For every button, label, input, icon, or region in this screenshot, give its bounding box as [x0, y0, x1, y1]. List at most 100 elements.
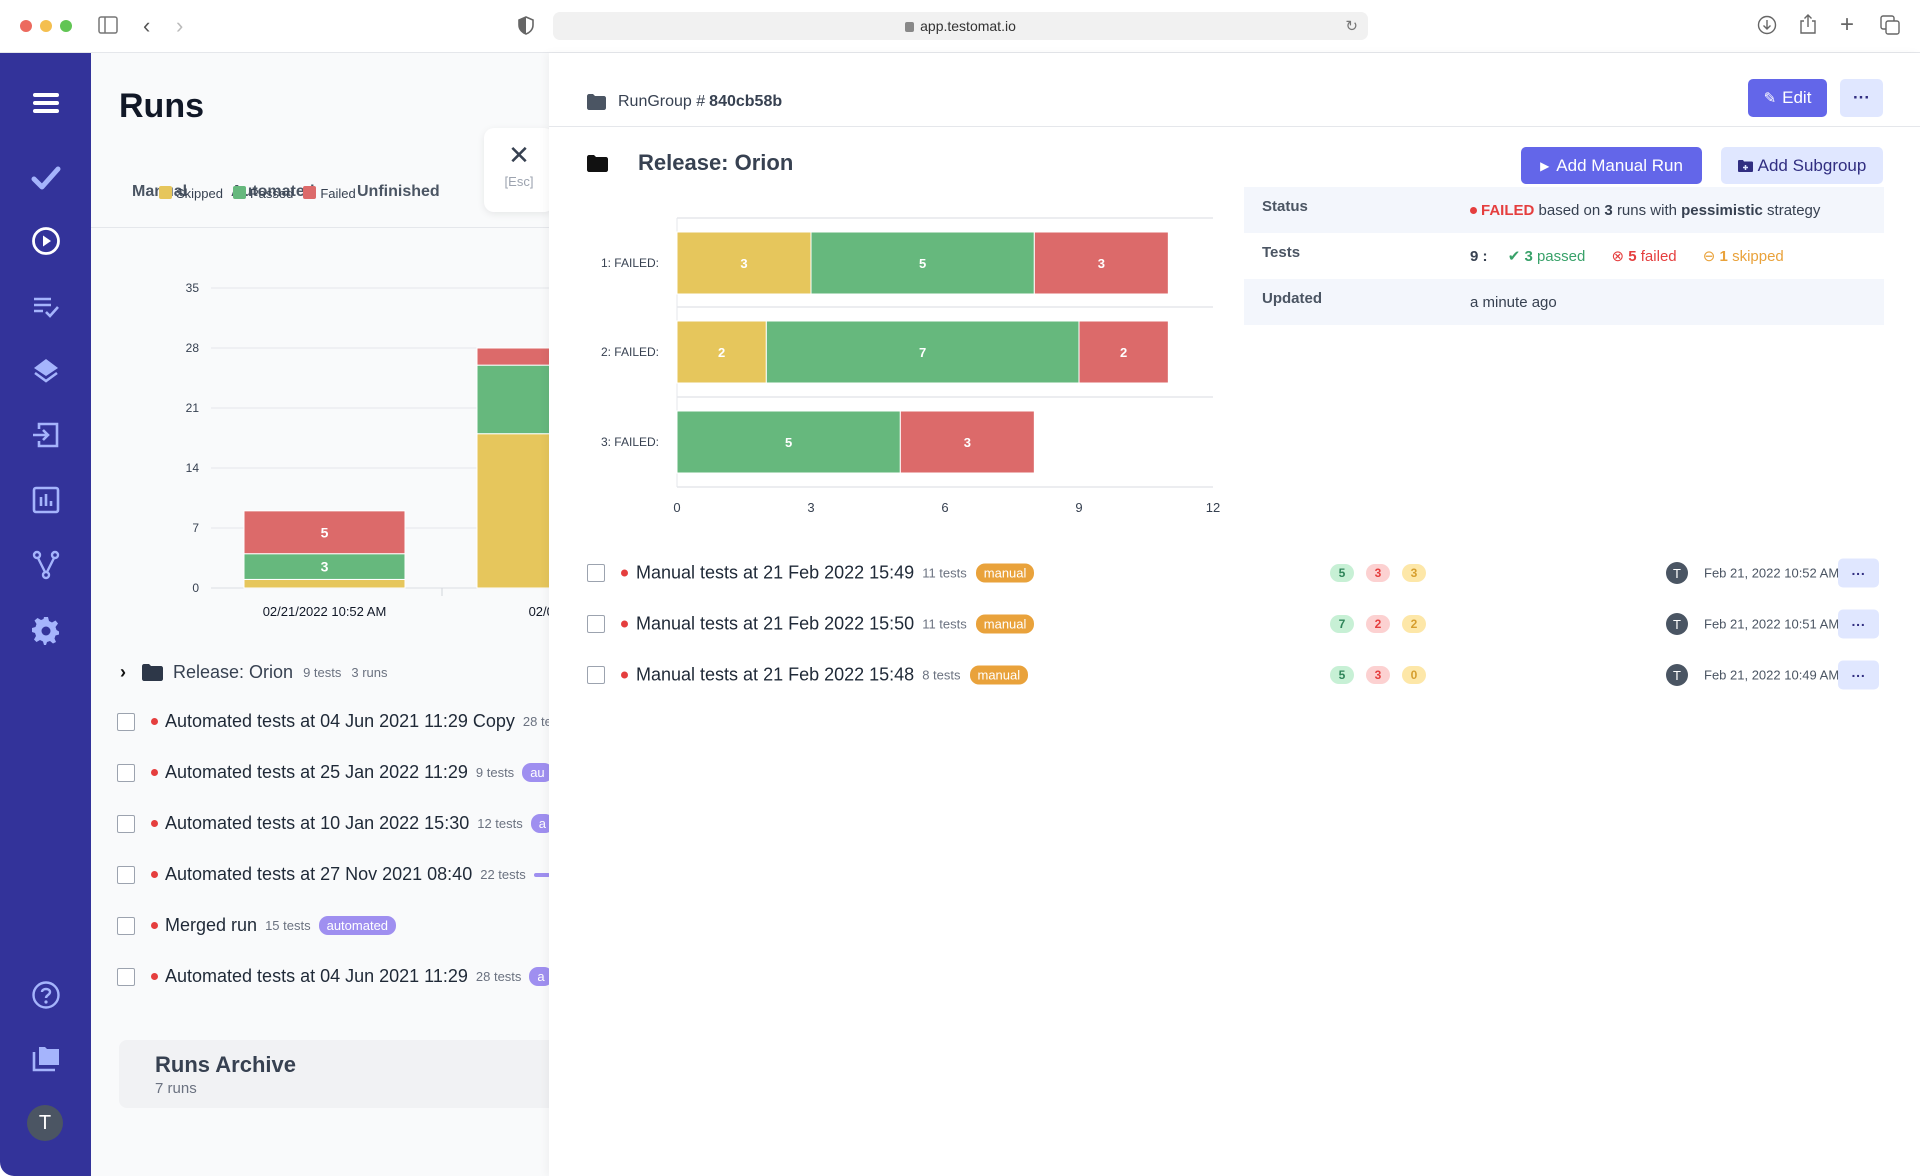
run-list-item[interactable]: Merged run 15 tests automated	[117, 915, 397, 936]
run-info: Manual tests at 21 Feb 2022 15:50 11 test…	[621, 614, 1035, 635]
reload-icon[interactable]: ↻	[1345, 17, 1358, 35]
run-checkbox[interactable]	[587, 615, 605, 633]
run-tests-count: 12 tests	[477, 816, 523, 831]
lock-icon	[905, 22, 915, 32]
runner-avatar: T	[1666, 664, 1688, 686]
run-title[interactable]: Manual tests at 21 Feb 2022 15:50	[636, 614, 914, 635]
run-checkbox[interactable]	[117, 712, 135, 731]
y-category-label: 3: FAILED:	[601, 435, 659, 449]
bar-data-label: 5	[785, 435, 792, 450]
add-subgroup-button[interactable]: Add Subgroup	[1721, 147, 1883, 184]
folder-icon	[587, 94, 606, 110]
run-title[interactable]: Manual tests at 21 Feb 2022 15:49	[636, 563, 914, 584]
bar-data-label: 5	[919, 256, 926, 271]
add-subgroup-label: Add Subgroup	[1757, 155, 1867, 175]
run-checkbox[interactable]	[587, 666, 605, 684]
run-checkbox[interactable]	[117, 865, 135, 884]
manual-run-row[interactable]: Manual tests at 21 Feb 2022 15:49 11 test…	[587, 558, 1887, 588]
run-checkbox[interactable]	[117, 763, 135, 782]
x-tick-label: 9	[1075, 500, 1082, 515]
run-more-button[interactable]: ···	[1838, 660, 1879, 690]
status-badge: FAILED	[1481, 201, 1535, 219]
run-list-item[interactable]: Automated tests at 25 Jan 2022 11:29 9 te…	[117, 762, 549, 783]
info-row-status: Status FAILED based on 3 runs with pessi…	[1244, 187, 1884, 233]
url-text: app.testomat.io	[920, 18, 1016, 34]
add-manual-run-button[interactable]: ▶ Add Manual Run	[1521, 147, 1702, 184]
run-checkbox[interactable]	[117, 814, 135, 833]
tests-passed: ✔ 3 passed	[1508, 248, 1586, 265]
run-checkbox[interactable]	[117, 916, 135, 935]
bar-data-label: 7	[919, 345, 926, 360]
run-title[interactable]: Merged run	[165, 915, 257, 936]
manual-run-row[interactable]: Manual tests at 21 Feb 2022 15:48 8 tests…	[587, 660, 1887, 690]
runs-archive-card[interactable]: Runs Archive 7 runs	[119, 1040, 579, 1108]
skipped-count-pill: 3	[1402, 564, 1426, 582]
run-more-button[interactable]: ···	[1838, 609, 1879, 639]
run-type-tag: au	[522, 763, 549, 782]
more-options-button[interactable]: ···	[1840, 79, 1883, 117]
run-list-item[interactable]: Automated tests at 04 Jun 2021 11:29 Cop…	[117, 711, 549, 732]
tests-failed: ⊗ 5 failed	[1612, 248, 1677, 265]
run-title[interactable]: Automated tests at 04 Jun 2021 11:29 Cop…	[165, 711, 515, 732]
run-list-item[interactable]: Automated tests at 10 Jan 2022 15:30 12 t…	[117, 813, 549, 834]
run-type-tag: a	[529, 967, 549, 986]
updated-value: a minute ago	[1470, 293, 1557, 311]
run-type-tag: manual	[975, 563, 1035, 583]
y-category-label: 2: FAILED:	[601, 345, 659, 359]
minus-circle-icon: ⊖	[1702, 248, 1716, 265]
run-title[interactable]: Automated tests at 27 Nov 2021 08:40	[165, 864, 472, 885]
address-bar[interactable]: app.testomat.io ↻	[553, 12, 1368, 40]
failed-status-dot	[621, 620, 628, 628]
run-group-id: 840cb58b	[709, 93, 783, 110]
y-category-label: 1: FAILED:	[601, 256, 659, 270]
download-icon[interactable]	[1757, 15, 1777, 38]
run-more-button[interactable]: ···	[1838, 558, 1879, 588]
new-tab-icon[interactable]: +	[1840, 13, 1854, 37]
status-value: FAILED based on 3 runs with pessimistic …	[1470, 202, 1820, 219]
info-row-tests: Tests 9 : ✔ 3 passed ⊗ 5 failed ⊖ 1 skip…	[1244, 233, 1884, 279]
run-checkbox[interactable]	[587, 564, 605, 582]
add-manual-run-label: Add Manual Run	[1556, 155, 1683, 175]
run-tests-count: 28 te	[522, 714, 549, 729]
run-tests-count: 15 tests	[265, 918, 311, 933]
manual-run-row[interactable]: Manual tests at 21 Feb 2022 15:50 11 test…	[587, 609, 1887, 639]
archive-subtitle: 7 runs	[155, 1080, 197, 1097]
edit-button-label: Edit	[1782, 88, 1812, 107]
run-checkbox[interactable]	[117, 967, 135, 986]
run-title[interactable]: Automated tests at 10 Jan 2022 15:30	[165, 813, 469, 834]
status-text: based on	[1538, 201, 1601, 219]
failed-status-dot	[151, 769, 158, 776]
tabs-overview-icon[interactable]	[1880, 15, 1900, 38]
run-info: Manual tests at 21 Feb 2022 15:48 8 tests…	[621, 665, 1029, 686]
run-title[interactable]: Manual tests at 21 Feb 2022 15:48	[636, 665, 914, 686]
x-tick-label: 0	[673, 500, 680, 515]
run-type-tag: automated	[318, 916, 397, 935]
edit-button[interactable]: ✎ Edit	[1748, 79, 1827, 117]
run-group-title-row: Release: Orion	[587, 150, 793, 176]
run-date: Feb 21, 2022 10:52 AM	[1704, 565, 1840, 581]
status-text: runs with	[1616, 201, 1677, 219]
run-list-item[interactable]: Automated tests at 27 Nov 2021 08:40 22 t…	[117, 864, 549, 885]
skipped-count-pill: 2	[1402, 615, 1426, 633]
archive-title: Runs Archive	[155, 1052, 297, 1077]
run-tests-count: 28 tests	[475, 969, 522, 984]
run-type-tag: manual	[969, 665, 1029, 685]
run-list-item[interactable]: Automated tests at 04 Jun 2021 11:29 28 t…	[117, 966, 549, 987]
failed-label: failed	[1640, 248, 1677, 265]
run-title[interactable]: Automated tests at 25 Jan 2022 11:29	[165, 762, 468, 783]
skipped-label: skipped	[1732, 248, 1784, 265]
run-group-detail-panel: RunGroup # 840cb58b ✎ Edit ··· Release: …	[549, 53, 1920, 1176]
info-row-updated: Updated a minute ago	[1244, 279, 1884, 325]
skipped-count: 1	[1719, 248, 1728, 265]
failed-count: 5	[1628, 248, 1637, 265]
run-title[interactable]: Automated tests at 04 Jun 2021 11:29	[165, 966, 468, 987]
run-date: Feb 21, 2022 10:51 AM	[1704, 616, 1840, 632]
skipped-count-pill: 0	[1402, 666, 1426, 684]
run-type-tag: manual	[975, 614, 1035, 634]
breadcrumb: RunGroup # 840cb58b	[587, 93, 782, 111]
share-icon[interactable]	[1799, 13, 1817, 38]
run-group-title: Release: Orion	[638, 150, 794, 175]
x-tick-label: 3	[807, 500, 814, 515]
bar-data-label: 3	[1098, 256, 1105, 271]
runner-avatar: T	[1666, 562, 1688, 584]
